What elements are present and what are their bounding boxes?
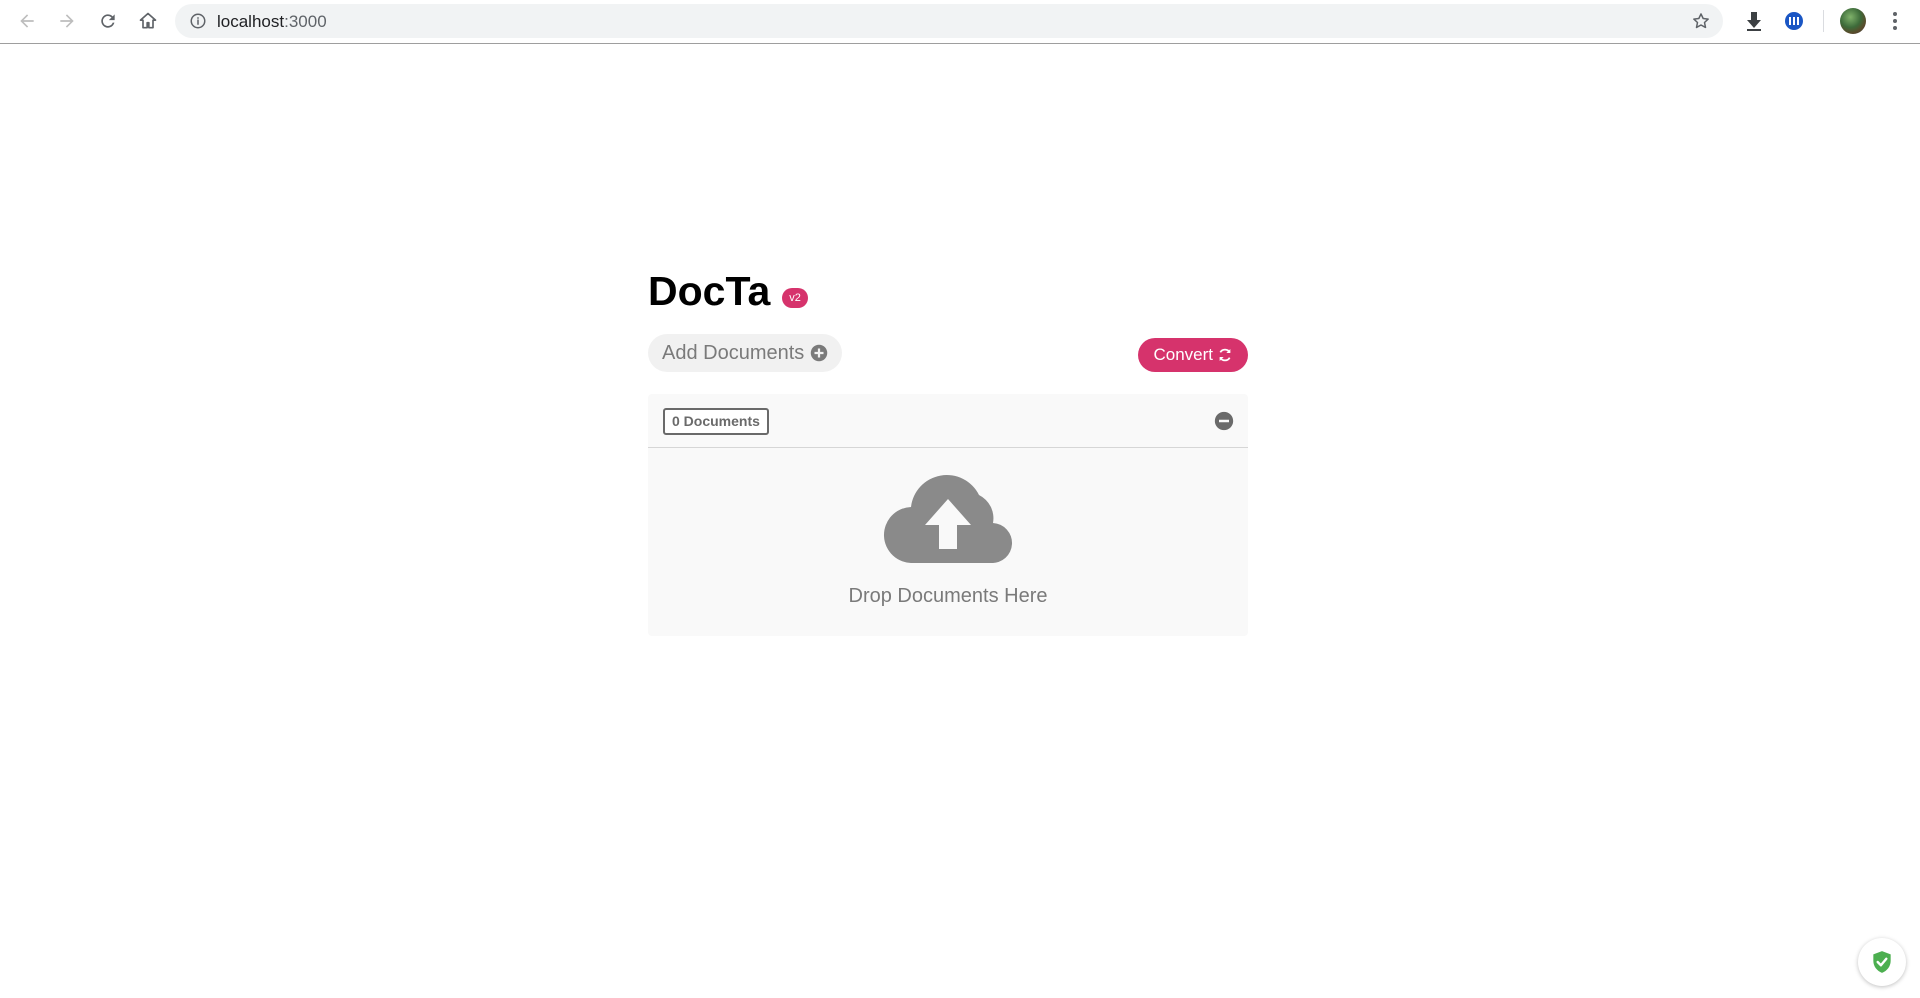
dropzone[interactable]: Drop Documents Here xyxy=(648,449,1248,636)
url-host: localhost xyxy=(217,12,285,31)
address-bar[interactable]: localhost:3000 xyxy=(175,4,1723,38)
header: DocTa v2 xyxy=(648,268,1248,314)
avatar[interactable] xyxy=(1840,8,1866,34)
url-text[interactable]: localhost:3000 xyxy=(217,12,327,32)
reload-button[interactable] xyxy=(93,6,123,36)
back-arrow-icon xyxy=(20,14,34,28)
forward-button[interactable] xyxy=(52,6,82,36)
toolbar-divider xyxy=(1823,10,1824,32)
home-button[interactable] xyxy=(133,6,163,36)
app-title: DocTa xyxy=(648,268,771,314)
reload-icon xyxy=(101,14,115,28)
documents-panel-header: 0 Documents xyxy=(648,394,1248,448)
convert-button[interactable]: Convert xyxy=(1138,338,1248,372)
add-documents-label: Add Documents xyxy=(662,341,805,364)
action-row: Add Documents Convert xyxy=(648,334,1248,374)
browser-toolbar: localhost:3000 xyxy=(0,0,1920,44)
download-icon[interactable] xyxy=(1742,9,1766,33)
back-button[interactable] xyxy=(12,6,42,36)
home-icon xyxy=(139,12,157,29)
menu-icon[interactable] xyxy=(1885,9,1905,33)
minus-circle-icon[interactable] xyxy=(1214,411,1234,431)
sync-icon xyxy=(1219,348,1231,362)
extension-icon[interactable] xyxy=(1782,9,1806,33)
document-count-badge: 0 Documents xyxy=(663,408,769,435)
drop-label: Drop Documents Here xyxy=(848,585,1048,607)
documents-panel: 0 Documents Drop Documents Here xyxy=(648,394,1248,636)
star-icon[interactable] xyxy=(1691,11,1711,31)
version-badge: v2 xyxy=(782,288,808,308)
app-container: DocTa v2 Add Documents Convert 0 Documen… xyxy=(648,268,1248,636)
forward-arrow-icon xyxy=(60,14,74,28)
convert-label: Convert xyxy=(1153,345,1213,364)
cloud-upload-icon xyxy=(884,475,1013,563)
shield-button[interactable] xyxy=(1858,938,1906,986)
plus-circle-icon xyxy=(811,344,828,362)
add-documents-button[interactable]: Add Documents xyxy=(648,334,843,372)
shield-check-icon xyxy=(1873,951,1891,973)
url-port: :3000 xyxy=(284,12,327,31)
info-icon[interactable] xyxy=(189,12,207,30)
